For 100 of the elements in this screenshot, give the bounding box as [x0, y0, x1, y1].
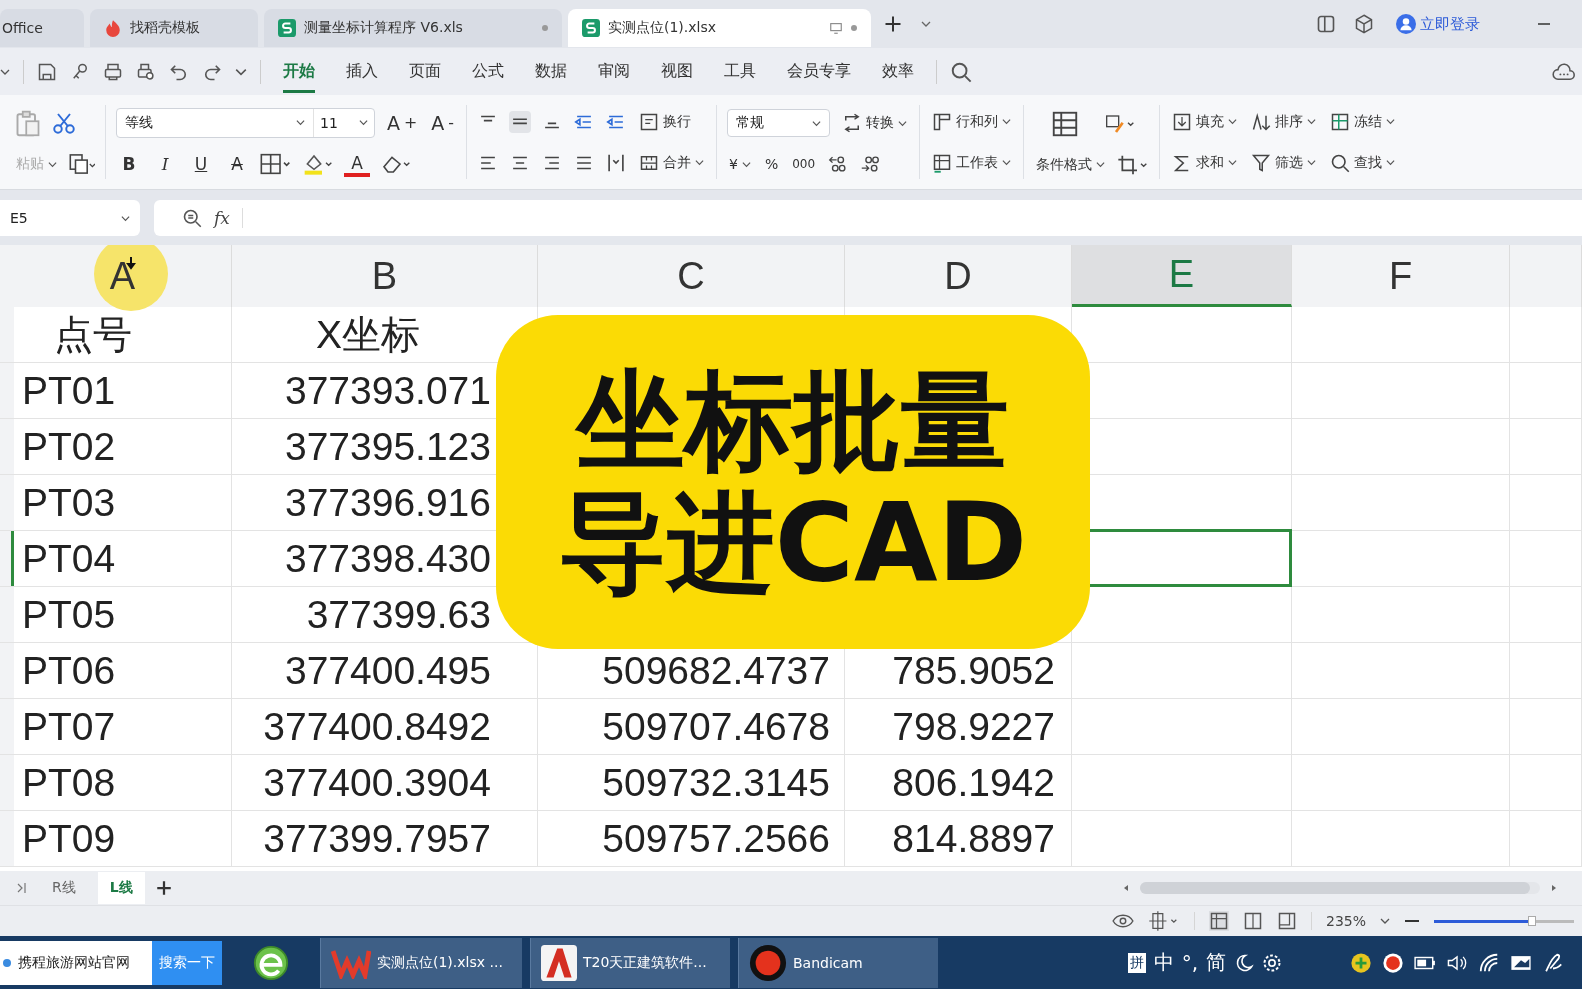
chevron-down-icon[interactable]	[1380, 916, 1390, 926]
plus-circle-icon[interactable]	[1350, 951, 1372, 974]
save-icon[interactable]	[37, 61, 57, 82]
filter-button[interactable]: 筛选	[1249, 150, 1318, 175]
unsaved-dot-icon	[851, 25, 857, 31]
ribbon-tab[interactable]: 公式	[472, 50, 504, 93]
fill-button[interactable]: 填充	[1170, 109, 1239, 134]
record-icon[interactable]	[1382, 951, 1404, 974]
freeze-icon	[1330, 111, 1350, 132]
merge-button[interactable]: 合并	[637, 150, 706, 175]
print-preview-icon[interactable]	[136, 61, 156, 82]
caret-icon	[695, 158, 704, 167]
freeze-button[interactable]: 冻结	[1328, 109, 1397, 134]
ribbon-tab[interactable]: 数据	[535, 50, 567, 93]
align-icon[interactable]	[509, 110, 531, 133]
plus-icon[interactable]	[883, 14, 903, 34]
zoom-icon[interactable]	[182, 208, 202, 228]
scissors-icon[interactable]	[52, 111, 76, 135]
ribbon-tab[interactable]: 效率	[882, 50, 914, 93]
underline-button[interactable]: U	[188, 151, 214, 176]
scroll-right-icon[interactable]	[1550, 884, 1558, 892]
ribbon-tab[interactable]: 页面	[409, 50, 441, 93]
sheet-tab[interactable]: R线	[40, 872, 88, 904]
column-header[interactable]: C	[538, 245, 845, 307]
moon-icon[interactable]	[1234, 952, 1254, 973]
column-header[interactable]: E	[1072, 245, 1292, 307]
page-view-icon[interactable]	[1276, 911, 1297, 931]
format-painter-icon[interactable]	[1104, 112, 1136, 135]
sum-button[interactable]: 求和	[1170, 150, 1239, 175]
zoom-level[interactable]: 235%	[1325, 913, 1366, 929]
globe-icon[interactable]	[252, 943, 290, 982]
italic-button[interactable]: I	[152, 151, 178, 176]
ribbon-tab[interactable]: 审阅	[598, 50, 630, 93]
chevron-down-icon[interactable]	[921, 19, 931, 29]
ribbon-tab[interactable]: 插入	[346, 50, 378, 93]
plus-icon[interactable]	[154, 879, 173, 897]
ribbon-tab[interactable]: 会员专享	[787, 50, 851, 93]
input-method-indicator[interactable]: 中	[1153, 949, 1174, 976]
input-method-indicator[interactable]: 拼	[1127, 952, 1146, 973]
name-box[interactable]: E5	[0, 200, 140, 236]
input-method-indicator[interactable]: 简	[1206, 949, 1226, 976]
horizontal-scrollbar[interactable]	[1140, 882, 1540, 894]
number-format-field[interactable]: 常规	[727, 109, 830, 137]
thousands-button[interactable]: 000	[790, 155, 818, 173]
decimal-decrease-icon[interactable]	[859, 153, 882, 175]
pen-icon[interactable]	[1542, 951, 1564, 974]
eye-icon[interactable]	[1111, 913, 1134, 929]
table-cell: 798.9227	[892, 704, 1055, 749]
battery-icon[interactable]	[1414, 955, 1436, 970]
font-color-button[interactable]: A	[344, 150, 370, 177]
split-view-icon[interactable]	[1242, 911, 1263, 931]
row-header[interactable]	[0, 531, 14, 586]
input-method-indicator[interactable]: °,	[1181, 950, 1198, 975]
login-link[interactable]: 立即登录	[1396, 14, 1480, 34]
strikethrough-button[interactable]: A	[224, 151, 250, 176]
percent-button[interactable]: %	[762, 154, 781, 174]
ribbon-tab[interactable]: 开始	[283, 50, 315, 93]
wifi-icon[interactable]	[1478, 951, 1500, 974]
cube-icon[interactable]	[1354, 14, 1374, 34]
document-tab[interactable]: 实测点位(1).xlsx	[568, 9, 871, 47]
scroll-left-icon[interactable]	[1122, 884, 1130, 892]
search-field[interactable]: 携程旅游网站官网	[0, 940, 152, 985]
find-button[interactable]: 查找	[1328, 150, 1397, 175]
slider-thumb[interactable]	[1528, 916, 1536, 926]
table-cell: 509682.4737	[602, 648, 830, 693]
clipboard-icon[interactable]	[14, 109, 42, 137]
wrap-text-button[interactable]: 换行	[637, 109, 693, 134]
copy-icon[interactable]	[69, 153, 95, 175]
column-header[interactable]: B	[232, 245, 538, 307]
column-header[interactable]: F	[1292, 245, 1510, 307]
function-button[interactable]: fx	[214, 208, 230, 228]
ribbon-tab[interactable]: 视图	[661, 50, 693, 93]
document-tab[interactable]: 测量坐标计算程序 V6.xls	[264, 9, 562, 47]
bold-button[interactable]: B	[116, 151, 142, 176]
document-tab[interactable]: 找稻壳模板	[90, 9, 258, 47]
ribbon-tab[interactable]: 工具	[724, 50, 756, 93]
formula-bar[interactable]: fx	[154, 200, 1582, 236]
taskbar-app[interactable]: Bandicam	[738, 937, 938, 988]
cloud-icon[interactable]	[1552, 61, 1576, 82]
table-cell: 377393.071	[284, 368, 491, 413]
borders-icon[interactable]	[260, 152, 292, 175]
monitor-icon	[829, 21, 843, 35]
taskbar-app[interactable]: 实测点位(1).xlsx ...	[320, 937, 522, 988]
search-icon[interactable]	[950, 60, 972, 83]
crop-icon[interactable]	[1117, 153, 1149, 176]
print-icon[interactable]	[103, 61, 123, 82]
rows-columns-button[interactable]: 行和列	[930, 109, 1013, 134]
convert-button[interactable]: 转换	[840, 111, 909, 135]
worksheet-button[interactable]: 工作表	[930, 150, 1013, 175]
table-cell-text: 点号	[54, 311, 132, 358]
conditional-format-button[interactable]: 条件格式	[1034, 153, 1107, 176]
taskbar-app[interactable]: T20天正建筑软件...	[530, 937, 730, 988]
document-tab[interactable]: Office	[0, 9, 84, 47]
caret-icon	[121, 213, 130, 223]
normal-view-icon[interactable]	[1208, 911, 1229, 931]
caret-icon	[898, 118, 907, 128]
sort-button[interactable]: 排序	[1249, 109, 1318, 134]
currency-button[interactable]: ¥	[727, 154, 753, 174]
sheet-tab[interactable]: L线	[97, 872, 145, 904]
settings-icon[interactable]	[1262, 952, 1282, 973]
